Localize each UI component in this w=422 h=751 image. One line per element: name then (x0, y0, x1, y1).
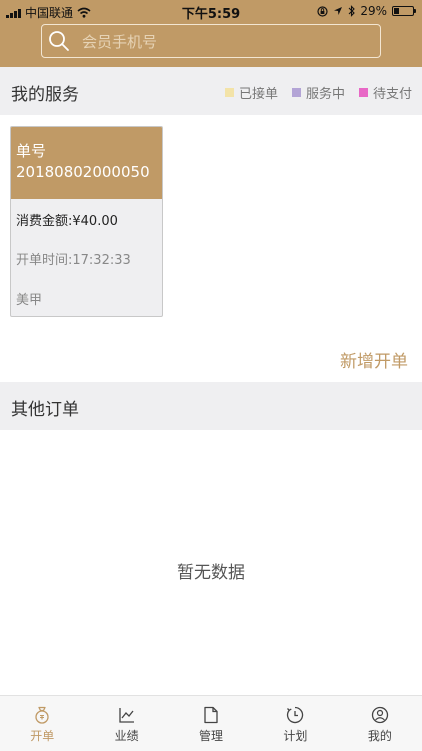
clock-icon (287, 706, 304, 724)
legend-accepted: 已接单 (224, 83, 278, 102)
order-service: 美甲 (16, 293, 43, 308)
legend-label: 已接单 (238, 87, 278, 102)
my-services-header: 我的服务 已接单 服务中 待支付 (0, 67, 422, 115)
order-number-label: 单号 (16, 142, 47, 160)
legend-pending-payment: 待支付 (358, 83, 412, 102)
tab-bar: 开单 业绩 管理 计划 我的 (0, 695, 422, 751)
other-orders-header: 其他订单 (0, 382, 422, 430)
location-icon (334, 7, 343, 15)
add-order-button[interactable]: 新增开单 (340, 347, 408, 372)
header: 中国联通 下午5:59 29% (0, 0, 422, 67)
tab-label: 我的 (367, 729, 392, 743)
order-number: 20180802000050 (16, 163, 150, 181)
order-card-header: 单号 20180802000050 (11, 127, 162, 199)
legend-label: 服务中 (305, 87, 345, 102)
member-phone-input[interactable] (80, 25, 374, 59)
legend-color-swatch (358, 88, 368, 97)
status-bar: 中国联通 下午5:59 29% (0, 0, 422, 22)
search-icon (49, 31, 69, 51)
order-open-time: 开单时间:17:32:33 (16, 253, 131, 268)
order-card[interactable]: 单号 20180802000050 消费金额:¥40.00 开单时间:17:32… (10, 126, 163, 317)
battery-percent: 29% (360, 4, 387, 18)
status-legend: 已接单 服务中 待支付 (224, 83, 412, 102)
search-box[interactable] (41, 24, 381, 59)
my-services-title: 我的服务 (11, 85, 79, 105)
empty-state-text: 暂无数据 (177, 563, 245, 583)
tab-label: 开单 (30, 729, 55, 743)
lock-rotation-icon (317, 5, 328, 17)
legend-label: 待支付 (372, 87, 412, 102)
tab-mine[interactable]: 我的 (338, 696, 422, 751)
tab-label: 计划 (283, 729, 308, 743)
tab-label: 管理 (199, 729, 224, 743)
tab-performance[interactable]: 业绩 (84, 696, 168, 751)
tab-management[interactable]: 管理 (169, 696, 253, 751)
chart-icon (118, 708, 134, 723)
document-icon (204, 706, 218, 724)
legend-color-swatch (291, 88, 301, 97)
legend-in-service: 服务中 (291, 83, 345, 102)
tab-plan[interactable]: 计划 (253, 696, 337, 751)
order-amount: 消费金额:¥40.00 (16, 214, 118, 229)
profile-icon (371, 706, 388, 724)
legend-color-swatch (224, 88, 234, 97)
bluetooth-icon (348, 5, 356, 17)
bag-icon (35, 706, 49, 724)
tab-label: 业绩 (114, 729, 139, 743)
battery-icon (392, 6, 416, 16)
tab-open-order[interactable]: 开单 (0, 696, 84, 751)
other-orders-title: 其他订单 (11, 400, 79, 420)
